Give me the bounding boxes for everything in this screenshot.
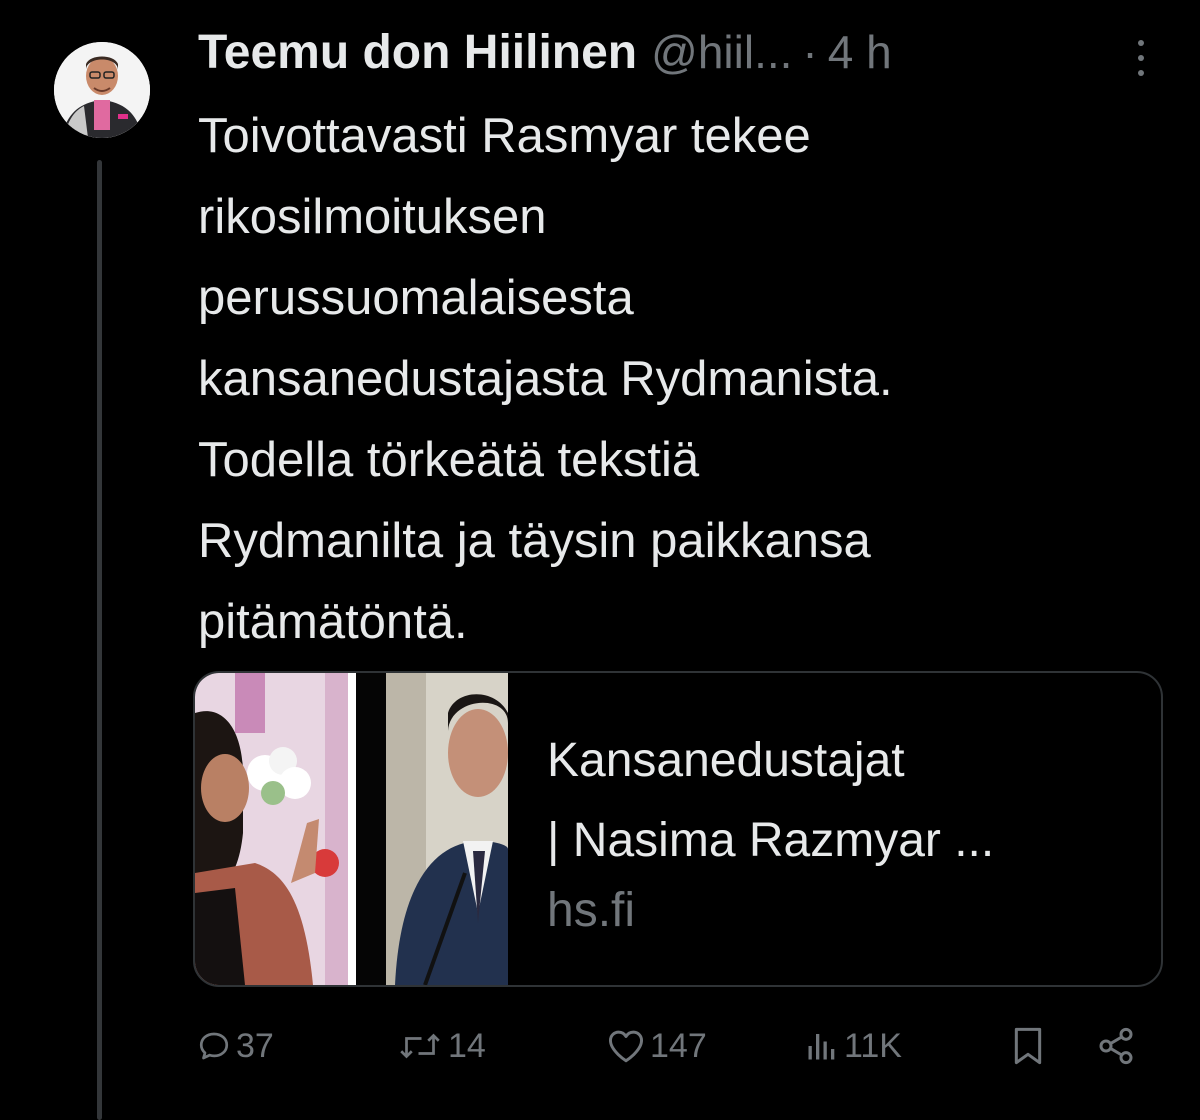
tweet-text-line: kansanedustajasta Rydmanista. (198, 352, 893, 406)
bookmark-icon (1014, 1027, 1042, 1065)
reply-count: 37 (236, 1026, 274, 1065)
like-count: 147 (650, 1026, 707, 1065)
author-handle[interactable]: @hiil... (651, 25, 792, 79)
thread-line (97, 160, 102, 1120)
like-button[interactable]: 147 (606, 1018, 707, 1074)
retweet-count: 14 (448, 1026, 486, 1065)
separator-dot: · (802, 26, 818, 78)
bookmark-button[interactable] (1010, 1018, 1046, 1074)
share-icon (1099, 1027, 1133, 1065)
views-icon (808, 1034, 835, 1060)
link-thumbnail (195, 673, 508, 985)
author-name[interactable]: Teemu don Hiilinen (198, 25, 637, 80)
tweet-header: Teemu don Hiilinen @hiil... · 4 h (198, 22, 1140, 82)
tweet-timestamp[interactable]: 4 h (828, 25, 892, 79)
retweet-button[interactable]: 14 (396, 1018, 486, 1074)
tweet-text-line: perussuomalaisesta (198, 271, 634, 325)
more-icon[interactable] (1134, 40, 1148, 76)
tweet-text-line: pitämätöntä. (198, 595, 468, 649)
view-count: 11K (844, 1026, 902, 1065)
link-preview-card[interactable]: Kansanedustajat | Nasima Razmyar ... hs.… (193, 671, 1163, 987)
link-card-title-line: | Nasima Razmyar ... (547, 814, 995, 867)
tweet-text-line: rikosilmoituksen (198, 190, 547, 244)
reply-button[interactable]: 37 (196, 1018, 274, 1074)
tweet-text-line: Toivottavasti Rasmyar tekee (198, 109, 811, 163)
heart-icon (608, 1030, 644, 1063)
retweet-icon (400, 1033, 440, 1059)
link-card-title: Kansanedustajat | Nasima Razmyar ... (547, 721, 1121, 881)
action-bar: 37 14 147 11K (192, 1018, 1152, 1074)
author-avatar[interactable] (54, 42, 150, 138)
link-card-title-line: Kansanedustajat (547, 734, 905, 787)
share-button[interactable] (1096, 1018, 1136, 1074)
avatar-image (54, 42, 150, 138)
tweet-text: Toivottavasti Rasmyar tekee rikosilmoitu… (198, 96, 1158, 663)
tweet-text-line: Rydmanilta ja täysin paikkansa (198, 514, 871, 568)
reply-icon (199, 1032, 229, 1060)
views-button[interactable]: 11K (804, 1018, 902, 1074)
tweet-text-line: Todella törkeätä tekstiä (198, 433, 700, 487)
link-card-domain: hs.fi (547, 884, 636, 937)
